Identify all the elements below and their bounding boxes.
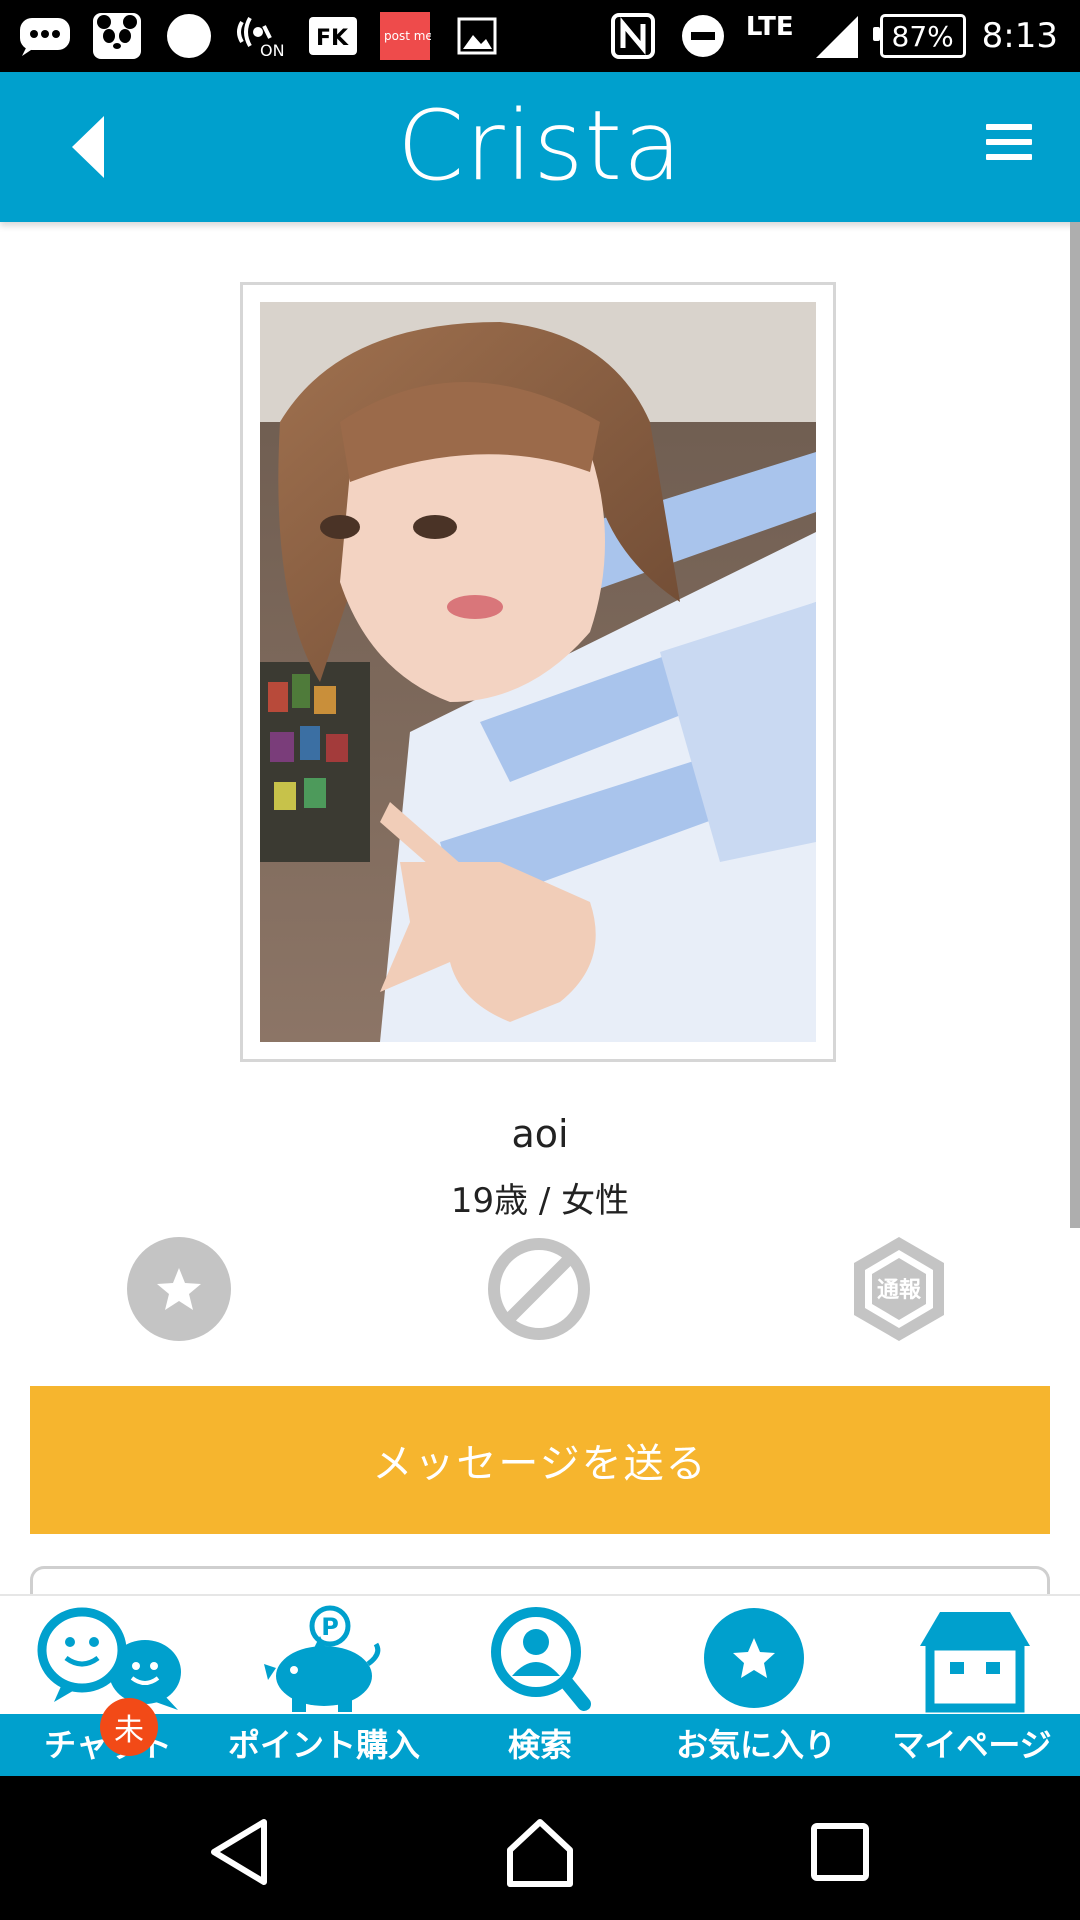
system-icons: LTE 87% 8:13 — [606, 8, 1058, 64]
nav-label-favorites: お気に入り — [675, 1726, 836, 1764]
android-navigation-bar — [0, 1776, 1080, 1920]
bottom-nav: チャット 未 P ポイント購入 — [0, 1594, 1080, 1778]
app-title: Crista — [397, 90, 683, 202]
house-icon — [920, 1612, 1030, 1713]
favorite-button[interactable] — [124, 1234, 234, 1344]
scrollbar[interactable] — [1070, 222, 1080, 1228]
svg-text:P: P — [321, 1613, 339, 1641]
system-home-button[interactable] — [500, 1812, 580, 1892]
nav-item-favorites[interactable]: お気に入り — [648, 1596, 864, 1778]
hamburger-icon — [986, 124, 1032, 130]
nav-item-my-page[interactable]: マイページ — [864, 1596, 1080, 1778]
network-type: LTE — [745, 12, 794, 42]
nav-label-purchase-points: ポイント購入 — [227, 1726, 420, 1764]
home-icon — [507, 1819, 573, 1887]
do-not-disturb-icon — [676, 12, 730, 60]
circle-icon — [162, 12, 216, 60]
svg-text:post me: post me — [384, 29, 431, 43]
panda-icon — [90, 12, 144, 60]
status-bar: ON FK post me LTE 87% 8:13 — [0, 0, 1080, 72]
profile-photo-image — [260, 302, 816, 1042]
nav-label-search: 検索 — [507, 1726, 572, 1764]
piggy-bank-icon: P — [264, 1605, 381, 1712]
battery-indicator: 87% — [872, 14, 966, 58]
profile-photo-frame — [240, 282, 836, 1062]
postme-icon: post me — [378, 12, 432, 60]
clock: 8:13 — [981, 16, 1058, 56]
nav-item-chat[interactable]: チャット 未 — [0, 1596, 216, 1778]
triangle-back-icon — [211, 1819, 267, 1885]
chat-bubble-icon — [18, 12, 72, 60]
system-recents-button[interactable] — [800, 1812, 880, 1892]
menu-button[interactable] — [986, 124, 1032, 168]
report-label: 通報 — [877, 1277, 922, 1303]
profile-age-gender: 19歳 / 女性 — [450, 1181, 630, 1221]
nav-item-purchase-points[interactable]: P ポイント購入 — [216, 1596, 432, 1778]
recents-icon — [811, 1823, 869, 1881]
image-icon — [450, 12, 504, 60]
profile-name: aoi — [511, 1112, 569, 1156]
search-user-icon — [491, 1607, 591, 1711]
block-icon — [488, 1238, 590, 1340]
chat-icon — [37, 1607, 181, 1710]
screen: ON FK post me LTE 87% 8:13 Crista aoi 19… — [0, 0, 1080, 1920]
nav-item-search[interactable]: 検索 — [432, 1596, 648, 1778]
system-back-button[interactable] — [202, 1812, 282, 1892]
svg-text:FK: FK — [316, 26, 349, 51]
nfc-on-icon: ON — [234, 12, 288, 60]
fk-icon: FK — [306, 12, 360, 60]
send-message-label: メッセージを送る — [372, 1441, 708, 1487]
signal-icon — [810, 12, 864, 60]
svg-text:ON: ON — [260, 41, 285, 60]
app-header: Crista — [0, 72, 1080, 222]
nav-label-my-page: マイページ — [892, 1726, 1052, 1764]
unread-badge: 未 — [100, 1698, 158, 1756]
report-hexagon-icon: 通報 — [854, 1237, 944, 1341]
battery-level: 87% — [891, 19, 954, 53]
send-message-button[interactable]: メッセージを送る — [30, 1386, 1050, 1534]
nfc-icon — [606, 12, 660, 60]
notification-icons: ON FK post me — [18, 8, 504, 64]
star-icon — [704, 1608, 804, 1708]
profile-photo[interactable] — [260, 302, 816, 1042]
favorite-star-icon — [127, 1237, 231, 1341]
report-button[interactable]: 通報 — [844, 1234, 954, 1344]
block-button[interactable] — [484, 1234, 594, 1344]
